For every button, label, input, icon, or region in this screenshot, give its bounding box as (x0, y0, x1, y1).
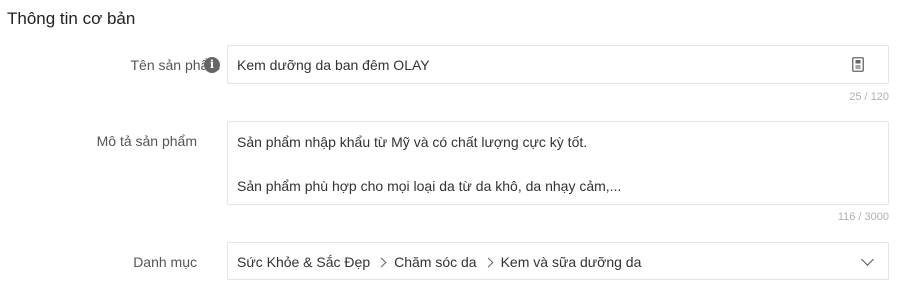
description-line: Sản phẩm nhập khẩu từ Mỹ và có chất lượn… (237, 134, 588, 150)
chevron-down-icon[interactable] (861, 253, 874, 266)
category-label: Danh mục (133, 254, 197, 270)
category-level-3: Kem và sữa dưỡng da (500, 254, 642, 270)
category-level-1: Sức Khỏe & Sắc Đẹp (237, 254, 371, 270)
category-level-2: Chăm sóc da (394, 254, 477, 270)
section-title: Thông tin cơ bản (7, 9, 136, 28)
product-name-counter: 25 / 120 (849, 91, 889, 103)
product-name-input[interactable]: Kem dưỡng da ban đêm OLAY (227, 45, 889, 84)
description-line: Sản phẩm phù hợp cho mọi loại da từ da k… (237, 178, 622, 194)
category-breadcrumb: Sức Khỏe & Sắc Đẹp Chăm sóc da Kem và sữ… (237, 253, 641, 271)
chevron-right-icon (376, 257, 387, 267)
product-description-label: Mô tả sản phẩm (96, 133, 197, 149)
info-icon[interactable]: i (204, 57, 220, 73)
product-description-counter: 116 / 3000 (837, 211, 889, 223)
category-select[interactable]: Sức Khỏe & Sắc Đẹp Chăm sóc da Kem và sữ… (227, 242, 889, 280)
product-description-textarea[interactable]: Sản phẩm nhập khẩu từ Mỹ và có chất lượn… (227, 121, 889, 205)
chevron-right-icon (483, 257, 494, 267)
document-icon[interactable] (852, 57, 864, 72)
product-name-value[interactable]: Kem dưỡng da ban đêm OLAY (237, 56, 430, 74)
